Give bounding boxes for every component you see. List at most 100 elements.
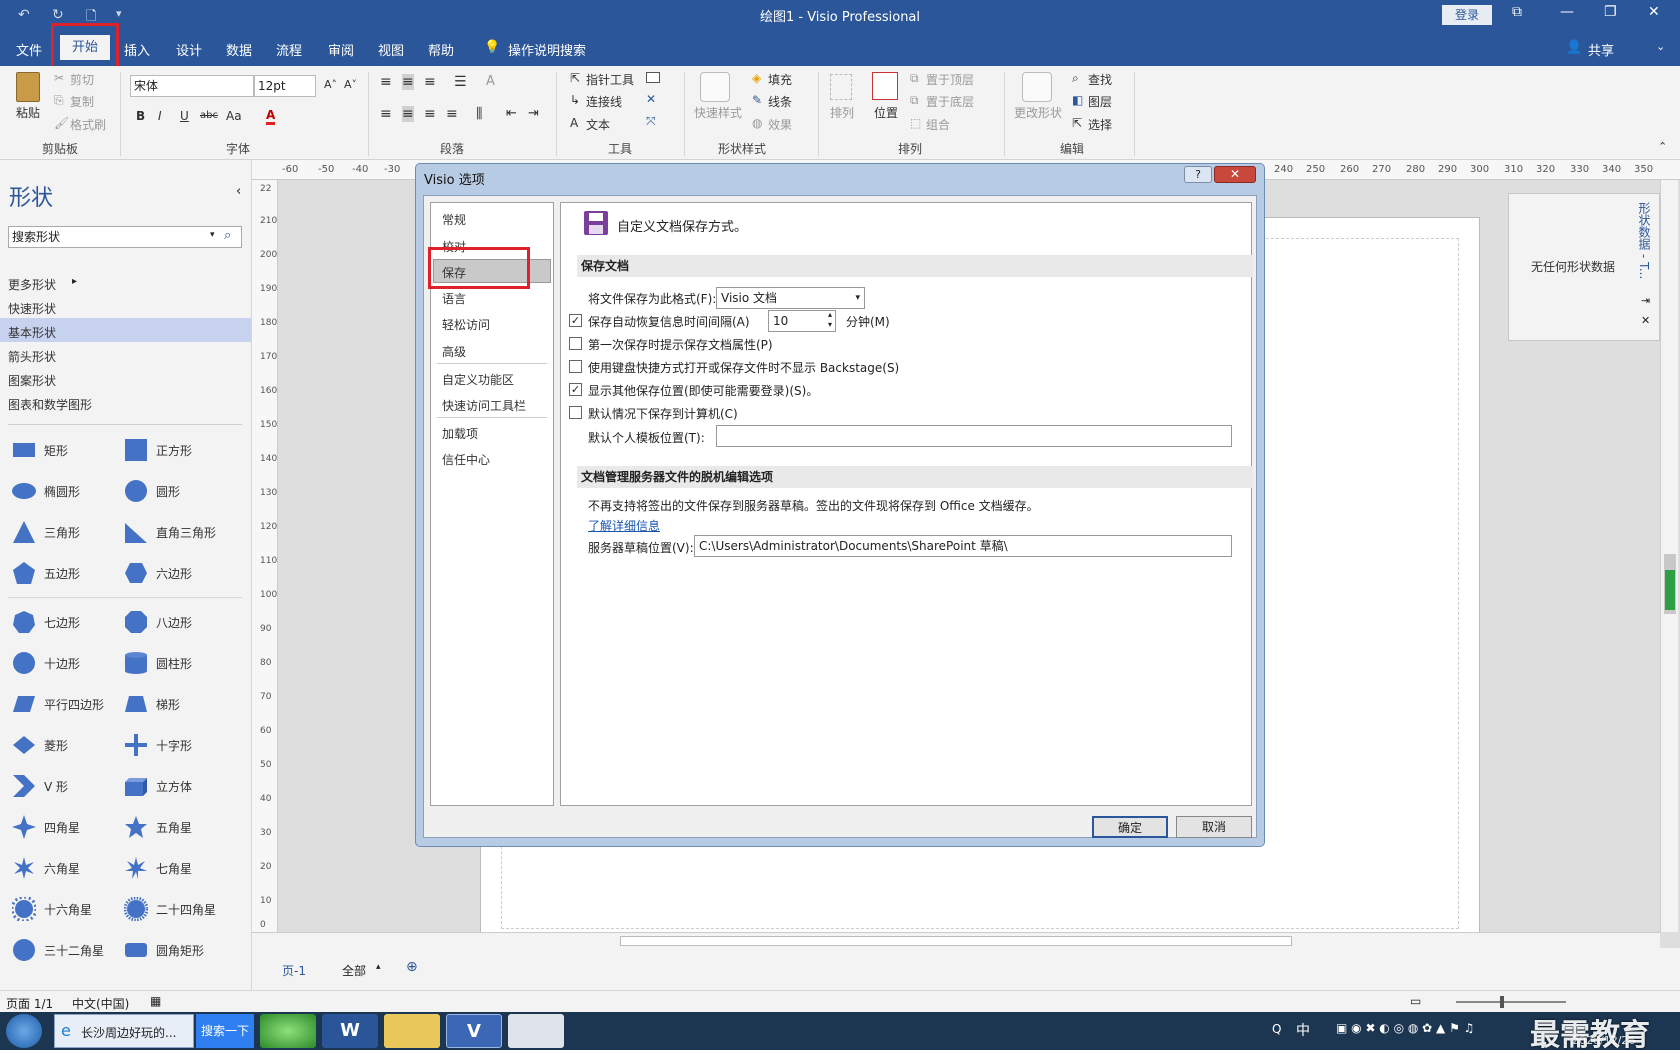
stencil-arrow-shapes[interactable]: 箭头形状: [8, 348, 56, 365]
shape-cube[interactable]: 立方体: [125, 778, 192, 796]
vertical-text-icon[interactable]: ⫼: [476, 106, 482, 122]
nav-add-ins[interactable]: 加载项: [442, 425, 478, 442]
shape-32-point-star[interactable]: 三十二角星: [13, 939, 104, 961]
chevron-right-icon[interactable]: ▸: [72, 276, 77, 287]
cancel-button[interactable]: 取消: [1176, 816, 1252, 838]
stencil-quick-shapes[interactable]: 快速形状: [8, 300, 56, 317]
shape-4-point-star[interactable]: 四角星: [12, 815, 80, 839]
find-button[interactable]: 查找: [1088, 71, 1112, 88]
zoom-slider-thumb[interactable]: [1500, 996, 1504, 1008]
tab-data[interactable]: 数据: [226, 40, 252, 59]
login-button[interactable]: 登录: [1442, 5, 1492, 25]
tray-icons[interactable]: ▣ ◉ ✖ ◐ ◎ ◍ ✿ ▲ ⚑ ♫: [1336, 1021, 1474, 1035]
bring-front-button[interactable]: 置于顶层: [926, 71, 974, 88]
nav-language[interactable]: 语言: [442, 290, 466, 307]
line-button[interactable]: 线条: [768, 93, 792, 110]
text-tool-button[interactable]: 文本: [586, 116, 610, 133]
close-panel-icon[interactable]: ✕: [1641, 314, 1650, 327]
italic-icon[interactable]: I: [158, 109, 162, 123]
save-computer-option[interactable]: 默认情况下保存到计算机(C): [569, 405, 738, 422]
show-locations-checkbox[interactable]: ✓: [569, 383, 582, 396]
shape-diamond[interactable]: 菱形: [13, 736, 68, 754]
chevron-down-icon[interactable]: ⌄: [1656, 40, 1665, 53]
input-method-icon[interactable]: Q: [1272, 1022, 1281, 1036]
shape-circle[interactable]: 圆形: [125, 480, 180, 502]
tab-view[interactable]: 视图: [378, 40, 404, 59]
save-format-select[interactable]: Visio 文档 ▾: [716, 287, 865, 309]
strikethrough-icon[interactable]: abc: [200, 110, 218, 121]
page-count[interactable]: 页面 1/1: [6, 995, 53, 1012]
change-case-icon[interactable]: Aa: [226, 109, 242, 123]
penguin-app-icon[interactable]: [508, 1014, 564, 1048]
close-x-icon[interactable]: ✕: [646, 92, 656, 106]
page-tab[interactable]: 页-1: [282, 962, 306, 979]
pointer-tool-button[interactable]: 指针工具: [586, 71, 634, 88]
search-once-button[interactable]: 搜索一下: [196, 1014, 254, 1048]
bold-icon[interactable]: B: [136, 109, 145, 123]
tab-design[interactable]: 设计: [176, 40, 202, 59]
align-left-icon[interactable]: ≡: [380, 106, 392, 122]
decrease-indent-icon[interactable]: ⇤: [506, 106, 517, 121]
autorecover-checkbox[interactable]: ✓: [569, 314, 582, 327]
connection-point-icon[interactable]: ⤧: [646, 114, 656, 129]
select-button[interactable]: 选择: [1088, 116, 1112, 133]
justify-icon[interactable]: ≡: [446, 106, 458, 122]
paste-icon[interactable]: [16, 72, 40, 102]
share-button[interactable]: 共享: [1588, 40, 1614, 59]
tab-file[interactable]: 文件: [16, 40, 42, 59]
nav-trust-center[interactable]: 信任中心: [442, 451, 490, 468]
file-explorer-icon[interactable]: [384, 1014, 440, 1048]
close-icon[interactable]: ✕: [1648, 4, 1660, 20]
align-top-icon[interactable]: ≡: [380, 74, 392, 90]
search-icon[interactable]: ⌕: [224, 228, 231, 243]
show-locations-option[interactable]: ✓ 显示其他保存位置(即使可能需要登录)(S)。: [569, 382, 818, 399]
stencil-more-shapes[interactable]: 更多形状: [8, 276, 56, 293]
align-middle-icon[interactable]: ≡: [402, 74, 414, 90]
bullets-icon[interactable]: ☰: [454, 74, 467, 90]
no-backstage-option[interactable]: 使用键盘快捷方式打开或保存文件时不显示 Backstage(S): [569, 359, 899, 376]
shape-right-triangle[interactable]: 直角三角形: [125, 523, 216, 543]
increase-indent-icon[interactable]: ⇥: [528, 106, 539, 121]
nav-accessibility[interactable]: 轻松访问: [442, 316, 490, 333]
shape-16-point-star[interactable]: 十六角星: [12, 897, 92, 921]
nav-advanced[interactable]: 高级: [442, 343, 466, 360]
shape-square[interactable]: 正方形: [125, 439, 192, 461]
quick-styles-button[interactable]: 快速样式: [694, 104, 742, 121]
scrollbar-thumb[interactable]: [620, 936, 1292, 946]
font-color-icon[interactable]: A: [266, 108, 276, 125]
shape-7-point-star[interactable]: 七角星: [125, 857, 192, 879]
close-icon[interactable]: ✕: [1214, 166, 1256, 183]
shape-5-point-star[interactable]: 五角星: [125, 816, 192, 838]
nav-customize-ribbon[interactable]: 自定义功能区: [442, 371, 514, 388]
position-icon[interactable]: [872, 72, 898, 100]
tell-me-search[interactable]: 操作说明搜索: [508, 40, 586, 59]
search-dropdown-icon[interactable]: ▾: [210, 230, 215, 240]
connector-button[interactable]: 连接线: [586, 93, 622, 110]
font-name-select[interactable]: 宋体: [130, 75, 254, 97]
stencil-basic-shapes[interactable]: 基本形状: [8, 324, 56, 341]
shape-24-point-star[interactable]: 二十四角星: [124, 897, 216, 921]
shape-heptagon[interactable]: 七边形: [13, 611, 80, 633]
autorecover-option[interactable]: ✓ 保存自动恢复信息时间间隔(A): [569, 313, 750, 330]
ok-button[interactable]: 确定: [1092, 816, 1168, 838]
tab-process[interactable]: 流程: [276, 40, 302, 59]
pin-icon[interactable]: ⇥: [1641, 294, 1650, 307]
nav-quick-access-toolbar[interactable]: 快速访问工具栏: [442, 397, 526, 414]
ribbon-display-icon[interactable]: ⧉: [1512, 4, 1522, 20]
send-back-button[interactable]: 置于底层: [926, 93, 974, 110]
shape-hexagon[interactable]: 六边形: [125, 563, 192, 583]
start-button-icon[interactable]: [6, 1014, 42, 1048]
grow-font-icon[interactable]: A˄: [324, 78, 337, 91]
format-painter-button[interactable]: 格式刷: [70, 116, 106, 133]
effects-button[interactable]: 效果: [768, 116, 792, 133]
save-computer-checkbox[interactable]: [569, 406, 582, 419]
spinner-icon[interactable]: ▴ ▾: [828, 310, 832, 330]
align-center-icon[interactable]: ≡: [402, 106, 414, 122]
fill-button[interactable]: 填充: [768, 71, 792, 88]
shape-cross[interactable]: 十字形: [125, 734, 192, 756]
stencil-pattern-shapes[interactable]: 图案形状: [8, 372, 56, 389]
shape-chevron[interactable]: V 形: [13, 775, 68, 797]
visio-icon[interactable]: V: [446, 1014, 502, 1048]
arrange-button[interactable]: 排列: [830, 104, 854, 121]
collapse-ribbon-icon[interactable]: ⌃: [1658, 140, 1667, 153]
